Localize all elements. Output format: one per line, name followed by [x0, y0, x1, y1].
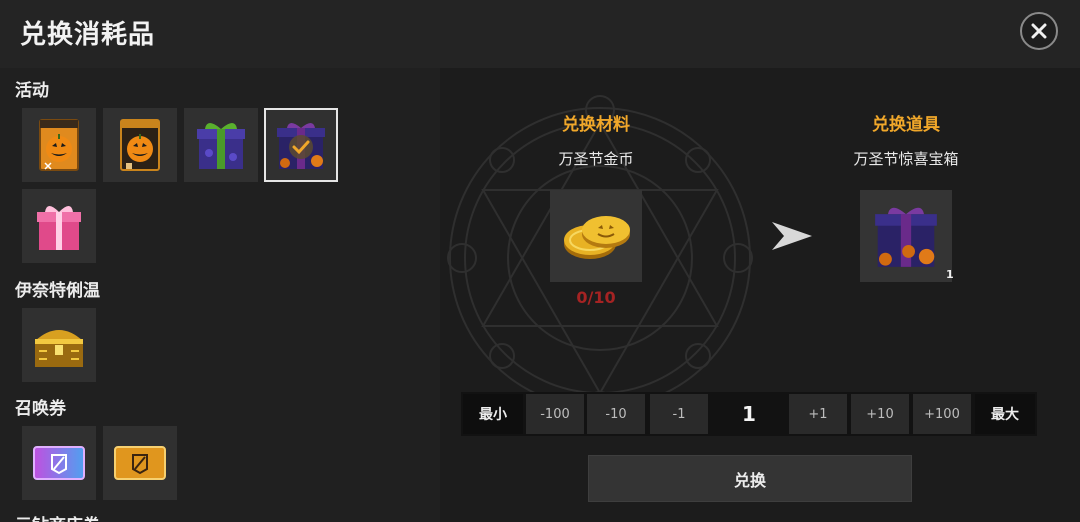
item-slot-golden-chest[interactable]: [22, 308, 96, 382]
halloween-surprise-box-icon: [277, 123, 325, 169]
minus-10-button[interactable]: -10: [587, 394, 645, 434]
golden-treasure-chest-icon: [35, 330, 83, 367]
reward-name: 万圣节惊喜宝箱: [853, 150, 959, 168]
category-label-inaterivan: 伊奈特俐温: [15, 281, 100, 301]
plus-10-button[interactable]: +10: [851, 394, 909, 434]
exchange-panel: 兑换材料 万圣节金币 0/10 兑换道具 万圣节惊喜宝箱 1: [440, 68, 1080, 522]
reward-quantity: 1: [946, 268, 954, 281]
pink-gift-box-icon: [37, 206, 81, 250]
material-name: 万圣节金币: [558, 150, 634, 168]
arrow-right-icon: [772, 222, 812, 250]
item-slot-pumpkin-ticket-1[interactable]: [22, 108, 96, 182]
page-title: 兑换消耗品: [20, 20, 156, 50]
plus-1-button[interactable]: +1: [789, 394, 847, 434]
quantity-value[interactable]: 1: [711, 394, 787, 434]
gold-summon-ticket-icon: [114, 446, 166, 480]
max-button[interactable]: 最大: [975, 394, 1035, 434]
reward-label: 兑换道具: [872, 115, 940, 135]
minus-1-button[interactable]: -1: [650, 394, 708, 434]
material-slot: [550, 190, 642, 282]
category-label-diamond-shop: 元钻商店券: [15, 511, 100, 522]
close-icon: [1031, 23, 1047, 39]
min-button[interactable]: 最小: [463, 394, 523, 434]
pumpkin-ticket-icon: [120, 119, 160, 171]
item-slot-pink-gift[interactable]: [22, 189, 96, 263]
window-header: 兑换消耗品: [0, 0, 1080, 68]
reward-slot[interactable]: 1: [860, 190, 954, 282]
pumpkin-ticket-icon: [39, 119, 79, 171]
material-count: 0/10: [576, 288, 616, 307]
exchange-button[interactable]: 兑换: [588, 455, 912, 502]
item-slot-pumpkin-ticket-2[interactable]: [103, 108, 177, 182]
item-slot-halloween-surprise-box[interactable]: [264, 108, 338, 182]
item-slot-gold-summon-ticket[interactable]: [103, 426, 177, 500]
item-category-list[interactable]: 活动 伊奈特俐温 召唤券: [0, 68, 440, 522]
minus-100-button[interactable]: -100: [526, 394, 584, 434]
halloween-surprise-box-icon: [875, 207, 937, 267]
category-label-activity: 活动: [15, 81, 49, 101]
item-slot-green-ribbon-gift[interactable]: [184, 108, 258, 182]
close-button[interactable]: [1020, 12, 1058, 50]
plus-100-button[interactable]: +100: [913, 394, 971, 434]
quantity-stepper: 最小 -100 -10 -1 1 +1 +10 +100 最大: [461, 392, 1037, 436]
purple-summon-ticket-icon: [33, 446, 85, 480]
material-label: 兑换材料: [562, 115, 630, 135]
gold-coins-icon: [564, 216, 630, 259]
green-ribbon-gift-box-icon: [197, 123, 245, 169]
item-slot-purple-summon-ticket[interactable]: [22, 426, 96, 500]
category-label-summon: 召唤券: [15, 399, 66, 419]
